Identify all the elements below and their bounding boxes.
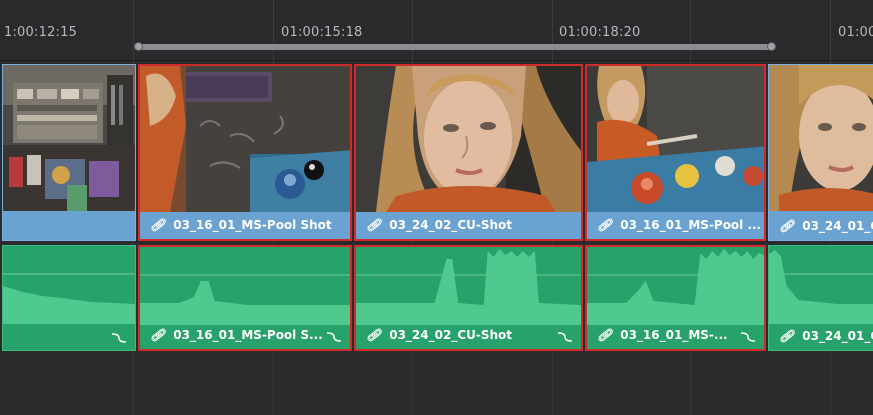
link-icon: 🔗︎ <box>779 219 795 233</box>
link-icon: 🔗︎ <box>597 328 613 342</box>
fade-curve-icon[interactable] <box>111 332 127 344</box>
range-selection-bar[interactable] <box>134 42 776 51</box>
clip-thumbnail <box>356 66 581 212</box>
clip-name-label <box>3 213 135 240</box>
audio-waveform <box>356 249 581 325</box>
ruler-tick <box>273 0 274 60</box>
link-icon: 🔗︎ <box>779 329 795 343</box>
fade-curve-icon[interactable] <box>557 331 573 343</box>
video-clip-selected[interactable]: 🔗︎ 03_24_02_CU-Shot <box>354 64 583 241</box>
video-clip[interactable] <box>2 64 136 241</box>
link-icon: 🔗︎ <box>150 218 166 232</box>
audio-clip[interactable]: 🔗︎ 03_24_01_C <box>768 245 873 351</box>
timecode-label: 01:00 <box>838 25 873 40</box>
audio-waveform <box>3 273 135 324</box>
clip-thumbnail <box>769 65 873 211</box>
ruler-tick <box>412 0 413 60</box>
clip-name-label: 🔗︎ 03_24_02_CU-Shot <box>356 322 581 349</box>
audio-waveform <box>769 250 873 324</box>
video-clip-selected[interactable]: 🔗︎ 03_16_01_MS-Pool ... <box>585 64 766 241</box>
video-clip[interactable]: 🔗︎ 03_24_01_C <box>768 64 873 241</box>
audio-clip-selected[interactable]: 🔗︎ 03_16_01_MS-... <box>585 245 766 351</box>
timeline[interactable]: 1:00:12:15 01:00:15:18 01:00:18:20 01:00 <box>0 0 873 415</box>
timecode-ruler[interactable]: 1:00:12:15 01:00:15:18 01:00:18:20 01:00 <box>0 0 873 61</box>
clip-name-label: 🔗︎ 03_24_01_C <box>769 323 873 350</box>
link-icon: 🔗︎ <box>366 218 382 232</box>
timecode-label: 01:00:15:18 <box>281 25 363 40</box>
ruler-tick <box>552 0 553 60</box>
audio-clip[interactable] <box>2 245 136 351</box>
video-clip-selected[interactable]: 🔗︎ 03_16_01_MS-Pool Shot <box>138 64 352 241</box>
clip-thumbnail <box>3 65 135 211</box>
clip-thumbnail <box>587 66 764 212</box>
clip-name-label: 🔗︎ 03_16_01_MS-Pool S... <box>140 322 350 349</box>
clip-name-label: 🔗︎ 03_24_02_CU-Shot <box>356 212 581 239</box>
ruler-tick <box>690 0 691 60</box>
link-icon: 🔗︎ <box>597 218 613 232</box>
audio-waveform <box>587 249 764 325</box>
timecode-label: 1:00:12:15 <box>4 25 78 40</box>
clip-name-label: 🔗︎ 03_24_01_C <box>769 213 873 240</box>
audio-waveform <box>140 274 350 325</box>
clip-thumbnail <box>140 66 350 212</box>
clip-name-label: 🔗︎ 03_16_01_MS-Pool Shot <box>140 212 350 239</box>
timecode-label: 01:00:18:20 <box>559 25 641 40</box>
fade-curve-icon[interactable] <box>740 331 756 343</box>
clip-name-label: 🔗︎ 03_16_01_MS-... <box>587 322 764 349</box>
link-icon: 🔗︎ <box>366 328 382 342</box>
ruler-tick <box>133 0 134 60</box>
audio-clip-selected[interactable]: 🔗︎ 03_24_02_CU-Shot <box>354 245 583 351</box>
audio-clip-selected[interactable]: 🔗︎ 03_16_01_MS-Pool S... <box>138 245 352 351</box>
fade-curve-icon[interactable] <box>326 331 342 343</box>
ruler-tick <box>830 0 831 60</box>
link-icon: 🔗︎ <box>150 328 166 342</box>
clip-name-label: 🔗︎ 03_16_01_MS-Pool ... <box>587 212 764 239</box>
